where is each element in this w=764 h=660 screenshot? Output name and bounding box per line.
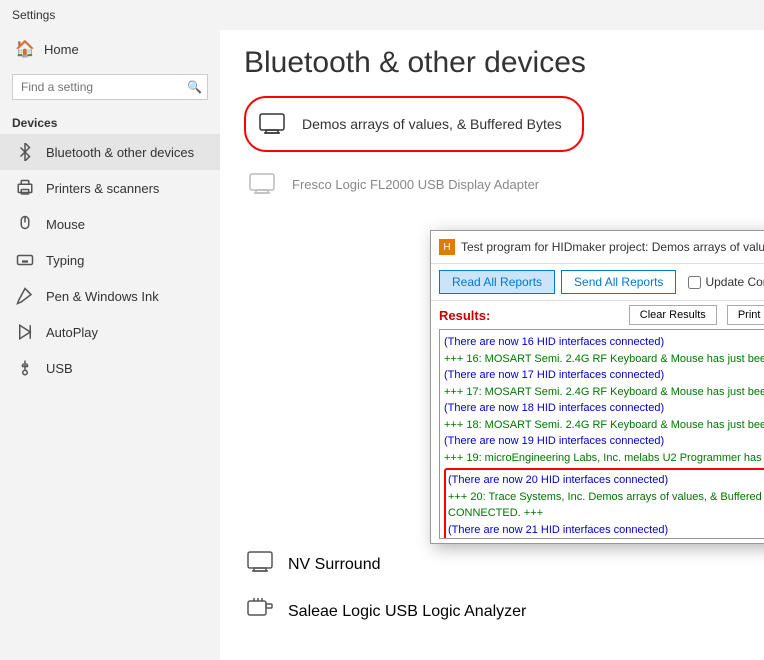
sidebar-bluetooth-label: Bluetooth & other devices [46, 145, 194, 160]
results-box[interactable]: (There are now 16 HID interfaces connect… [439, 329, 764, 539]
update-continuously-checkbox-label: Update Continuously [688, 275, 764, 289]
printers-icon [16, 179, 34, 197]
sidebar-item-usb[interactable]: USB [0, 350, 220, 386]
highlighted-device-area: Demos arrays of values, & Buffered Bytes [244, 96, 740, 152]
dialog-content: (There are now 16 HID interfaces connect… [431, 329, 764, 543]
result-line-9: +++ 20: Trace Systems, Inc. Demos arrays… [448, 489, 764, 522]
sidebar-item-mouse[interactable]: Mouse [0, 206, 220, 242]
highlighted-device-label: Demos arrays of values, & Buffered Bytes [302, 116, 562, 132]
sidebar-typing-label: Typing [46, 253, 84, 268]
sidebar-item-home[interactable]: 🏠 Home [0, 30, 220, 68]
sidebar-item-printers[interactable]: Printers & scanners [0, 170, 220, 206]
dialog-results-bar: Results: Clear Results Print Results Sav… [431, 301, 764, 329]
sidebar-item-bluetooth[interactable]: Bluetooth & other devices [0, 134, 220, 170]
home-icon: 🏠 [16, 40, 34, 58]
result-line-6: (There are now 19 HID interfaces connect… [444, 433, 764, 450]
dialog-window: H Test program for HIDmaker project: Dem… [430, 230, 764, 544]
result-line-7: +++ 19: microEngineering Labs, Inc. mela… [444, 450, 764, 467]
typing-icon [16, 251, 34, 269]
autoplay-icon [16, 323, 34, 341]
result-line-8: (There are now 20 HID interfaces connect… [448, 472, 764, 489]
sidebar-pen-label: Pen & Windows Ink [46, 289, 159, 304]
main-content: Bluetooth & other devices Demos arrays o… [220, 30, 764, 660]
nv-surround-label: NV Surround [288, 556, 381, 574]
print-results-button[interactable]: Print Results [727, 305, 764, 325]
sidebar-mouse-label: Mouse [46, 217, 85, 232]
result-line-2: (There are now 17 HID interfaces connect… [444, 367, 764, 384]
hidden-device-item: Fresco Logic FL2000 USB Display Adapter [244, 162, 740, 206]
clear-results-button[interactable]: Clear Results [629, 305, 717, 325]
hidden-device-label: Fresco Logic FL2000 USB Display Adapter [292, 177, 539, 192]
sidebar: 🏠 Home 🔍 Devices Bluetooth & other devic… [0, 30, 220, 660]
hidden-device-icon [244, 166, 280, 202]
sidebar-item-typing[interactable]: Typing [0, 242, 220, 278]
dialog-title-text: Test program for HIDmaker project: Demos… [461, 240, 764, 254]
sidebar-item-autoplay[interactable]: AutoPlay [0, 314, 220, 350]
result-line-5: +++ 18: MOSART Semi. 2.4G RF Keyboard & … [444, 417, 764, 434]
update-continuously-label: Update Continuously [705, 275, 764, 289]
result-line-10: (There are now 21 HID interfaces connect… [448, 522, 764, 539]
sidebar-section-devices: Devices [0, 110, 220, 134]
saleae-icon [244, 593, 276, 630]
dialog-titlebar: H Test program for HIDmaker project: Dem… [431, 231, 764, 264]
nv-surround-device: NV Surround [244, 546, 740, 583]
title-bar: Settings [0, 0, 764, 30]
pen-icon [16, 287, 34, 305]
app-container: Settings 🏠 Home 🔍 Devices Bluetooth & ot… [0, 0, 764, 660]
title-bar-label: Settings [12, 8, 55, 22]
device-highlight-border: Demos arrays of values, & Buffered Bytes [244, 96, 584, 152]
bluetooth-icon [16, 143, 34, 161]
update-continuously-checkbox[interactable] [688, 276, 701, 289]
device-icon [254, 106, 290, 142]
sidebar-item-pen[interactable]: Pen & Windows Ink [0, 278, 220, 314]
saleae-label: Saleae Logic USB Logic Analyzer [288, 603, 526, 621]
result-line-1: +++ 16: MOSART Semi. 2.4G RF Keyboard & … [444, 351, 764, 368]
results-label: Results: [439, 308, 490, 323]
sidebar-autoplay-label: AutoPlay [46, 325, 98, 340]
saleae-device: Saleae Logic USB Logic Analyzer [244, 593, 740, 630]
highlighted-result-block: (There are now 20 HID interfaces connect… [444, 468, 764, 539]
result-line-4: (There are now 18 HID interfaces connect… [444, 400, 764, 417]
result-line-3: +++ 17: MOSART Semi. 2.4G RF Keyboard & … [444, 384, 764, 401]
sidebar-printers-label: Printers & scanners [46, 181, 159, 196]
content-area: 🏠 Home 🔍 Devices Bluetooth & other devic… [0, 30, 764, 660]
sidebar-home-label: Home [44, 42, 79, 57]
sidebar-usb-label: USB [46, 361, 73, 376]
mouse-icon [16, 215, 34, 233]
send-all-reports-button[interactable]: Send All Reports [561, 270, 676, 294]
search-icon: 🔍 [187, 80, 202, 94]
dialog-toolbar: Read All Reports Send All Reports Update… [431, 264, 764, 301]
result-line-0: (There are now 16 HID interfaces connect… [444, 334, 764, 351]
result-line-11: +++ 20: Trace Systems, Inc. Demos arrays… [448, 538, 764, 539]
usb-icon [16, 359, 34, 377]
nv-surround-icon [244, 546, 276, 583]
read-all-reports-button[interactable]: Read All Reports [439, 270, 555, 294]
page-title: Bluetooth & other devices [244, 46, 740, 80]
search-box: 🔍 [12, 74, 208, 100]
search-input[interactable] [12, 74, 208, 100]
dialog-app-icon: H [439, 239, 455, 255]
